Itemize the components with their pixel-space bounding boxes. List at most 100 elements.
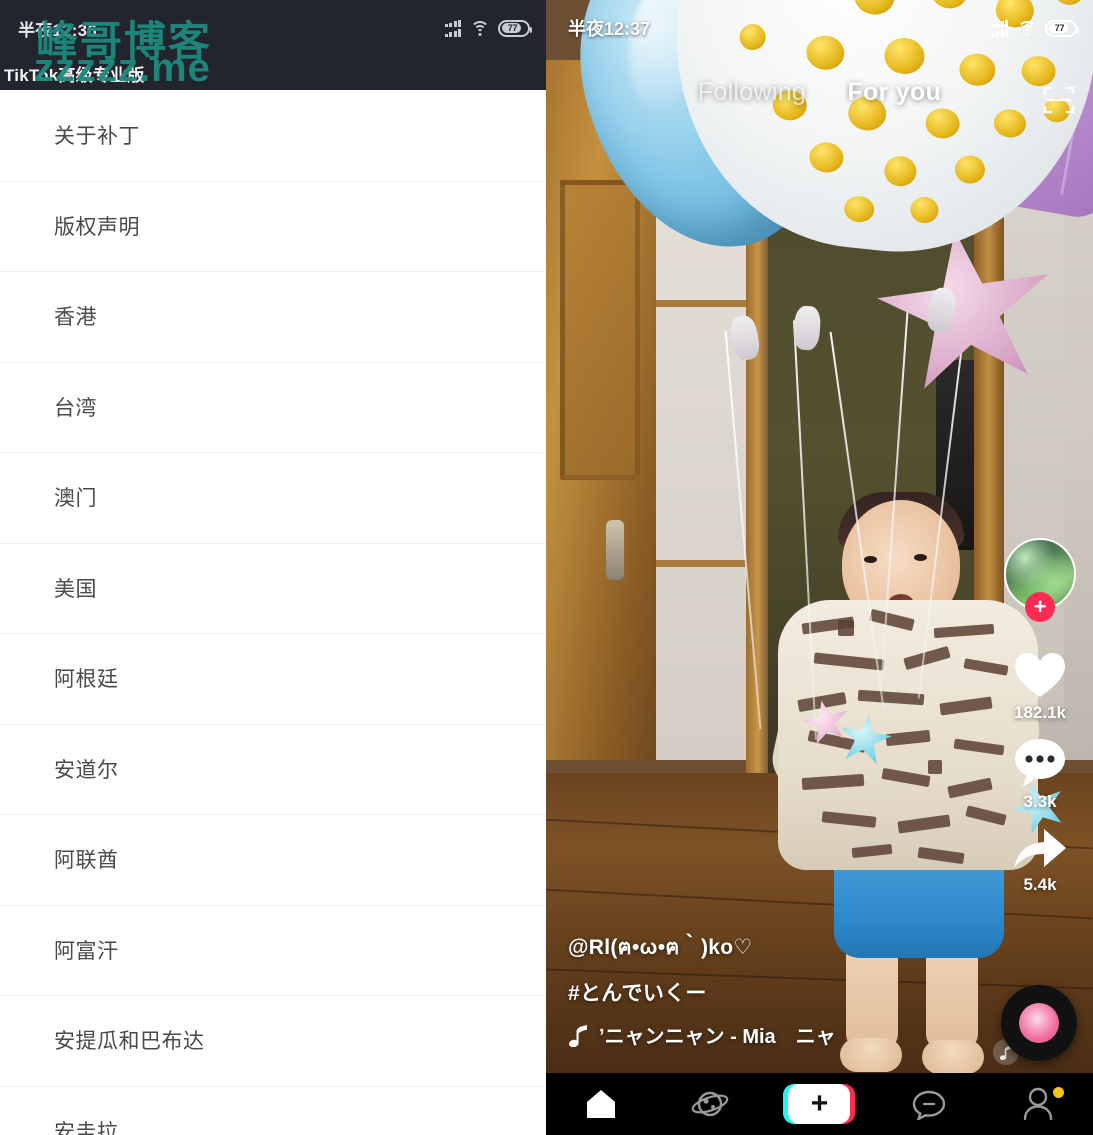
list-item[interactable]: 澳门 — [0, 452, 546, 543]
list-item[interactable]: 阿富汗 — [0, 904, 546, 995]
nav-item-profile[interactable] — [1002, 1073, 1074, 1135]
shirt-print — [897, 814, 951, 834]
share-button[interactable]: 5.4k — [1012, 826, 1068, 895]
shirt-print — [857, 689, 925, 706]
shirt-print — [813, 652, 885, 671]
app-root: 半夜12:36 77 TikTok高级专业版 关于补丁版权声明香港台湾澳门美国阿… — [0, 0, 1093, 1135]
add-button[interactable]: + — [783, 1084, 856, 1124]
list-item-label: 阿富汗 — [54, 939, 119, 963]
list-item[interactable]: 安道尔 — [0, 723, 546, 814]
wifi-icon — [1017, 20, 1036, 36]
list-item[interactable]: 美国 — [0, 542, 546, 633]
list-item[interactable]: 台湾 — [0, 361, 546, 452]
left-status-bar: 半夜12:36 77 — [0, 0, 546, 56]
person-icon — [1024, 1087, 1053, 1121]
baby-shirt — [778, 600, 1038, 870]
shoji-bar — [646, 560, 756, 567]
music-title: ʼニャンニャン - Mia ニャ — [599, 1026, 836, 1048]
shoji-bar — [646, 300, 756, 307]
battery-percent: 77 — [1054, 23, 1065, 33]
list-item-label: 澳门 — [54, 487, 97, 511]
like-button[interactable]: 182.1k — [1013, 650, 1067, 723]
video-caption: @Rl(ฅ•ω•ฅ｀)ko♡ #とんでいくー ʼニャンニャン - Mia ニャ — [568, 931, 998, 1049]
share-count: 5.4k — [1023, 875, 1057, 894]
list-item[interactable]: 安提瓜和巴布达 — [0, 995, 546, 1086]
battery-icon: 77 — [498, 19, 532, 37]
right-status-icons: 77 — [991, 19, 1079, 37]
nav-item-discover[interactable] — [674, 1073, 746, 1135]
list-item-label: 香港 — [54, 306, 97, 330]
shirt-print — [947, 777, 993, 799]
album-art — [1019, 1003, 1059, 1043]
shirt-print — [903, 645, 951, 671]
list-item-label: 安圭拉 — [54, 1120, 119, 1135]
music-note-icon — [569, 1024, 587, 1047]
balloon-dot — [807, 140, 845, 175]
comment-button[interactable]: 3.3k — [1013, 737, 1067, 812]
plus-icon: + — [810, 1087, 829, 1120]
shirt-print — [933, 623, 995, 639]
shirt-print — [939, 696, 993, 716]
scan-icon[interactable] — [1041, 82, 1077, 118]
shirt-print — [885, 729, 931, 747]
left-status-icons: 77 — [444, 19, 532, 37]
list-item-label: 阿联酋 — [54, 849, 119, 873]
right-status-time: 半夜12:37 — [568, 19, 651, 39]
list-item[interactable]: 香港 — [0, 271, 546, 362]
list-item-label: 台湾 — [54, 396, 97, 420]
list-item-label: 关于补丁 — [54, 125, 140, 149]
right-status-bar: 半夜12:37 77 — [546, 0, 1093, 56]
list-item[interactable]: 关于补丁 — [0, 90, 546, 181]
balloon-dot — [909, 195, 940, 225]
nav-item-home[interactable] — [565, 1073, 637, 1135]
video-player[interactable]: 半夜12:37 77 Following · For you + 182.1k … — [546, 0, 1093, 1073]
author-username[interactable]: @Rl(ฅ•ω•ฅ｀)ko♡ — [568, 931, 998, 964]
feed-tabs: Following · For you — [546, 78, 1093, 107]
list-item[interactable]: 版权声明 — [0, 180, 546, 271]
list-item-label: 安道尔 — [54, 758, 119, 782]
nav-item-add[interactable]: + — [783, 1073, 856, 1135]
list-item[interactable]: 阿联酋 — [0, 814, 546, 905]
tab-separator: · — [824, 83, 830, 101]
shirt-print — [869, 608, 915, 632]
wifi-icon — [470, 20, 489, 36]
signal-bars-icon — [991, 19, 1008, 37]
shirt-print — [881, 767, 931, 788]
shirt-print — [917, 846, 965, 865]
list-item[interactable]: 阿根廷 — [0, 633, 546, 724]
list-item[interactable]: 安圭拉 — [0, 1085, 546, 1135]
music-row[interactable]: ʼニャンニャン - Mia ニャ — [568, 1020, 998, 1049]
balloon-dot — [842, 194, 876, 224]
shirt-print — [953, 738, 1005, 756]
author-avatar-button[interactable]: + — [1004, 538, 1076, 622]
shirt-print — [851, 843, 893, 859]
nav-item-inbox[interactable] — [893, 1073, 965, 1135]
battery-icon: 77 — [1045, 19, 1079, 37]
action-rail: + 182.1k 3.3k 5.4k — [1001, 538, 1079, 909]
door-handle — [606, 520, 624, 580]
shirt-print — [801, 773, 865, 791]
page-title: TikTok高级专业版 — [4, 65, 145, 85]
battery-percent: 77 — [507, 23, 518, 33]
list-item-label: 阿根廷 — [54, 668, 119, 692]
door-panel — [560, 180, 640, 480]
balloon-dot — [882, 154, 918, 188]
tab-following[interactable]: Following — [698, 78, 806, 107]
message-bubble-icon — [912, 1090, 946, 1120]
comment-count: 3.3k — [1023, 792, 1057, 811]
signal-bars-icon — [444, 19, 461, 37]
follow-button[interactable]: + — [1025, 592, 1055, 622]
caption-hashtag[interactable]: #とんでいくー — [568, 977, 998, 1007]
heart-icon — [1015, 653, 1065, 697]
tab-for-you[interactable]: For you — [847, 78, 941, 107]
app-title-bar: TikTok高级专业版 — [0, 56, 546, 90]
list-item-label: 版权声明 — [54, 215, 140, 239]
balloon-dot — [953, 153, 987, 185]
settings-list: 关于补丁版权声明香港台湾澳门美国阿根廷安道尔阿联酋阿富汗安提瓜和巴布达安圭拉 — [0, 90, 546, 1135]
left-status-time: 半夜12:36 — [18, 20, 97, 40]
vinyl-record-icon[interactable] — [1001, 985, 1077, 1061]
share-arrow-icon — [1014, 829, 1066, 868]
profile-badge — [1053, 1087, 1065, 1098]
like-count: 182.1k — [1014, 703, 1066, 722]
planet-icon — [691, 1091, 729, 1117]
